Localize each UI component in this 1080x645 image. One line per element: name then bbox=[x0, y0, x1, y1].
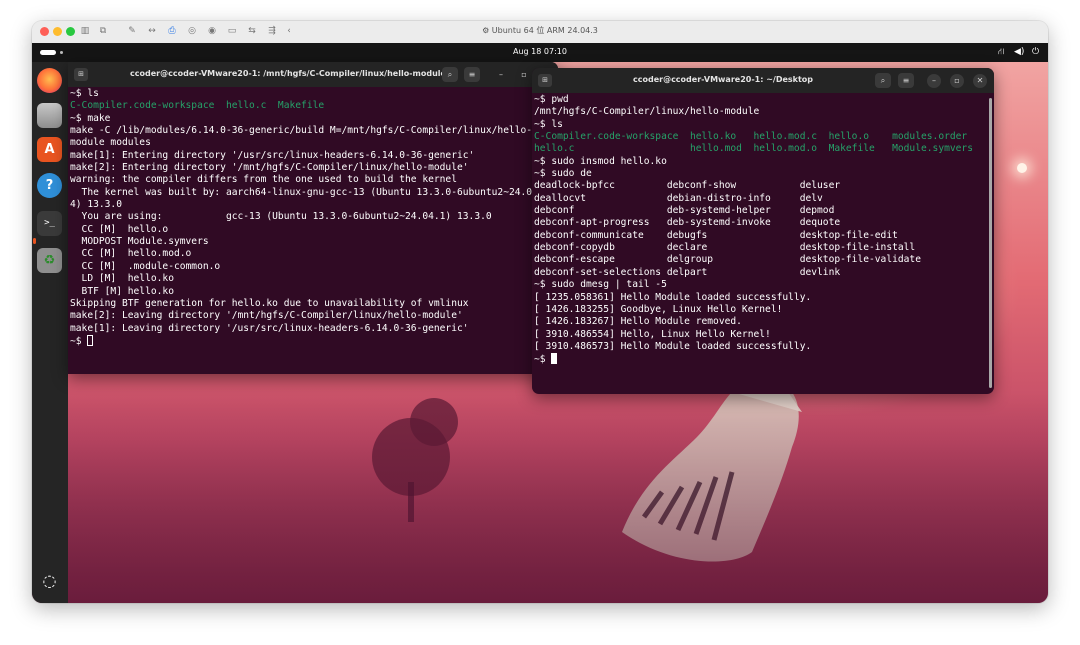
terminal-window-right[interactable]: ⊞ ccoder@ccoder-VMware20-1: ~/Desktop ⌕ … bbox=[532, 68, 994, 394]
terminal-line: deadlock-bpfcc debconf-show deluser bbox=[534, 180, 841, 192]
terminal-line: ~$ sudo insmod hello.ko bbox=[534, 155, 667, 167]
terminal-line: ~$ sudo de bbox=[534, 168, 592, 180]
files-icon[interactable] bbox=[37, 103, 62, 128]
vm-machine-icon: ⚙ bbox=[482, 26, 492, 35]
prompt: ~$ bbox=[534, 354, 552, 366]
trash-icon[interactable]: ♻ bbox=[37, 248, 62, 273]
terminal-line: [ 1426.183255] Goodbye, Linux Hello Kern… bbox=[534, 303, 783, 315]
terminal-line: Skipping BTF generation for hello.ko due… bbox=[70, 297, 469, 309]
terminal-title-left: ccoder@ccoder-VMware20-1: /mnt/hgfs/C-Co… bbox=[130, 69, 446, 78]
new-tab-icon[interactable]: ⊞ bbox=[538, 74, 552, 87]
terminal-line: The kernel was built by: aarch64-linux-g… bbox=[70, 186, 533, 198]
text-cursor bbox=[551, 353, 558, 365]
terminal-line: 4) 13.3.0 bbox=[70, 199, 122, 211]
terminal-line: [ 3910.486573] Hello Module loaded succe… bbox=[534, 340, 812, 352]
terminal-output-right[interactable]: ~$ pwd /mnt/hgfs/C-Compiler/linux/hello-… bbox=[534, 94, 988, 394]
terminal-line: debconf-copydb declare desktop-file-inst… bbox=[534, 242, 916, 254]
app-center-icon[interactable]: A bbox=[37, 137, 62, 162]
terminal-line: BTF [M] hello.ko bbox=[70, 285, 174, 297]
vm-title: ⚙ Ubuntu 64 位 ARM 24.04.3 bbox=[482, 26, 598, 35]
terminal-titlebar-left: ⊞ ccoder@ccoder-VMware20-1: /mnt/hgfs/C-… bbox=[68, 62, 558, 87]
prompt: ~$ bbox=[70, 335, 88, 347]
terminal-title-right: ccoder@ccoder-VMware20-1: ~/Desktop bbox=[632, 75, 814, 84]
terminal-line: deallocvt debian-distro-info delv bbox=[534, 192, 823, 204]
running-indicator bbox=[33, 238, 36, 244]
terminal-icon[interactable]: >_ bbox=[37, 211, 62, 236]
close-icon[interactable]: ✕ bbox=[973, 74, 987, 88]
terminal-line: ~$ pwd bbox=[534, 94, 569, 105]
vm-window: ▥ ⧉ ✎ ↔ ⎙ ◎ ◉ ▭ ⇆ ⇶ ‹ ⚙ Ubuntu 64 位 ARM … bbox=[32, 21, 1048, 603]
wallpaper-grass bbox=[32, 393, 1048, 603]
terminal-line: MODPOST Module.symvers bbox=[70, 236, 209, 248]
terminal-line: make[2]: Entering directory '/mnt/hgfs/C… bbox=[70, 162, 469, 174]
terminal-line: debconf-escape delgroup desktop-file-val… bbox=[534, 254, 921, 266]
terminal-prompt-line: ~$ bbox=[534, 353, 988, 365]
show-apps-icon[interactable]: ◌ bbox=[37, 568, 62, 593]
volume-icon[interactable]: ◀) bbox=[1014, 46, 1024, 58]
terminal-line: [ 1235.058361] Hello Module loaded succe… bbox=[534, 291, 812, 303]
terminal-line: C-Compiler.code-workspace hello.c Makefi… bbox=[70, 100, 325, 112]
terminal-line: ~$ make bbox=[70, 112, 111, 124]
menu-icon[interactable]: ≡ bbox=[464, 67, 480, 82]
terminal-line: /mnt/hgfs/C-Compiler/linux/hello-module bbox=[534, 106, 760, 118]
text-cursor bbox=[87, 334, 94, 346]
network-icon[interactable]: ⛙ bbox=[998, 46, 1004, 58]
search-icon[interactable]: ⌕ bbox=[875, 73, 891, 88]
terminal-line: [ 3910.486554] Hello, Linux Hello Kernel… bbox=[534, 328, 771, 340]
maximize-icon[interactable]: ▫ bbox=[950, 74, 964, 88]
terminal-line: You are using: gcc-13 (Ubuntu 13.3.0-6ub… bbox=[70, 211, 492, 223]
terminal-line: make -C /lib/modules/6.14.0-36-generic/b… bbox=[70, 125, 533, 137]
terminal-titlebar-right: ⊞ ccoder@ccoder-VMware20-1: ~/Desktop ⌕ … bbox=[532, 68, 994, 93]
terminal-line: C-Compiler.code-workspace hello.ko hello… bbox=[534, 131, 968, 143]
terminal-line: [ 1426.183267] Hello Module removed. bbox=[534, 316, 742, 328]
maximize-icon[interactable]: ▫ bbox=[516, 67, 532, 82]
terminal-line: LD [M] hello.ko bbox=[70, 273, 174, 285]
terminal-line: debconf-apt-progress deb-systemd-invoke … bbox=[534, 217, 841, 229]
search-icon[interactable]: ⌕ bbox=[442, 67, 458, 82]
gnome-top-bar: Aug 18 07:10 ⛙ ◀) ⏻ bbox=[32, 43, 1048, 62]
terminal-line: make[1]: Leaving directory '/usr/src/lin… bbox=[70, 322, 469, 334]
terminal-line: make[2]: Leaving directory '/mnt/hgfs/C-… bbox=[70, 310, 463, 322]
terminal-line: ~$ ls bbox=[534, 118, 563, 130]
scrollbar[interactable] bbox=[989, 98, 992, 388]
vm-titlebar: ▥ ⧉ ✎ ↔ ⎙ ◎ ◉ ▭ ⇆ ⇶ ‹ ⚙ Ubuntu 64 位 ARM … bbox=[32, 21, 1048, 44]
terminal-line: CC [M] .module-common.o bbox=[70, 260, 221, 272]
terminal-line: CC [M] hello.o bbox=[70, 223, 169, 235]
terminal-line: debconf deb-systemd-helper depmod bbox=[534, 205, 835, 217]
terminal-prompt-line: ~$ bbox=[70, 334, 552, 347]
clock[interactable]: Aug 18 07:10 bbox=[32, 47, 1048, 56]
terminal-line: CC [M] hello.mod.o bbox=[70, 248, 192, 260]
minimize-icon[interactable]: – bbox=[493, 67, 509, 82]
firefox-icon[interactable] bbox=[37, 68, 62, 93]
menu-icon[interactable]: ≡ bbox=[898, 73, 914, 88]
minimize-icon[interactable]: – bbox=[927, 74, 941, 88]
power-icon[interactable]: ⏻ bbox=[1032, 46, 1039, 58]
help-icon[interactable]: ? bbox=[37, 173, 62, 198]
terminal-line: module modules bbox=[70, 137, 151, 149]
terminal-window-left[interactable]: ⊞ ccoder@ccoder-VMware20-1: /mnt/hgfs/C-… bbox=[68, 62, 558, 374]
terminal-line: make[1]: Entering directory '/usr/src/li… bbox=[70, 149, 475, 161]
terminal-line: warning: the compiler differs from the o… bbox=[70, 174, 457, 186]
terminal-line: debconf-communicate debugfs desktop-file… bbox=[534, 229, 898, 241]
terminal-line: debconf-set-selections delpart devlink bbox=[534, 266, 841, 278]
terminal-line: ~$ sudo dmesg | tail -5 bbox=[534, 279, 667, 291]
new-tab-icon[interactable]: ⊞ bbox=[74, 68, 88, 81]
terminal-line: hello.c hello.mod hello.mod.o Makefile M… bbox=[534, 143, 973, 155]
terminal-line: ~$ ls bbox=[70, 88, 99, 99]
terminal-output-left[interactable]: ~$ ls C-Compiler.code-workspace hello.c … bbox=[70, 88, 552, 374]
ubuntu-dock: A ? >_ ♻ ◌ bbox=[32, 62, 68, 603]
